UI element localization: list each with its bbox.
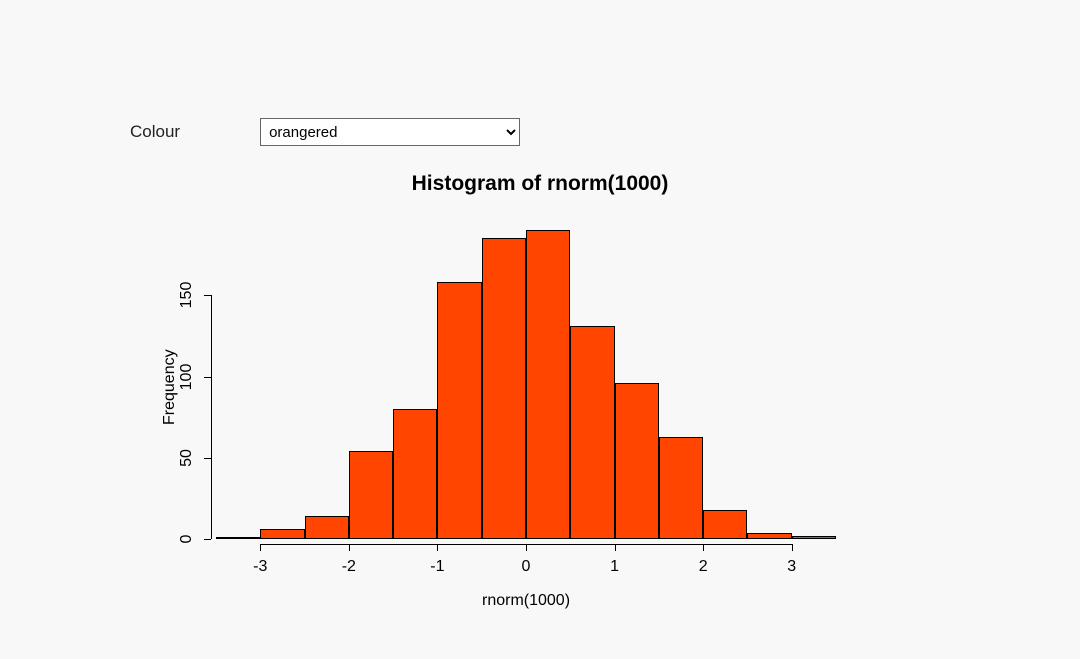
x-tick-label: -1 — [430, 558, 444, 576]
histogram-bar — [349, 451, 393, 539]
histogram-bar — [216, 537, 260, 539]
y-tick — [204, 295, 211, 296]
histogram-bar — [482, 238, 526, 539]
histogram-bar — [393, 409, 437, 539]
x-tick-label: 2 — [699, 558, 708, 576]
histogram-bar — [659, 437, 703, 539]
x-tick-label: -2 — [342, 558, 356, 576]
y-tick-label: 0 — [178, 535, 196, 544]
y-tick — [204, 539, 211, 540]
x-tick-label: 3 — [787, 558, 796, 576]
x-tick — [615, 544, 616, 551]
y-tick-label: 150 — [178, 282, 196, 309]
histogram-bar — [260, 529, 304, 539]
colour-select[interactable]: orangered — [260, 118, 520, 146]
x-axis-label: rnorm(1000) — [376, 592, 676, 610]
histogram-bar — [526, 230, 570, 539]
histogram-bar — [437, 282, 481, 539]
x-tick — [792, 544, 793, 551]
y-tick — [204, 377, 211, 378]
x-tick — [349, 544, 350, 551]
y-axis-label: Frequency — [161, 350, 179, 426]
y-tick-label: 100 — [178, 363, 196, 390]
histogram-bar — [570, 326, 614, 539]
y-tick — [204, 458, 211, 459]
x-tick-label: -3 — [253, 558, 267, 576]
colour-control-row: Colour orangered — [130, 118, 520, 146]
histogram-bar — [792, 536, 836, 539]
histogram-bar — [703, 510, 747, 539]
x-tick — [526, 544, 527, 551]
y-tick-label: 50 — [178, 449, 196, 467]
x-tick — [703, 544, 704, 551]
colour-label: Colour — [130, 122, 180, 142]
histogram-bar — [305, 516, 349, 539]
histogram-bar — [615, 383, 659, 539]
histogram-bar — [747, 533, 791, 540]
y-axis-line — [211, 295, 212, 539]
x-tick — [437, 544, 438, 551]
x-tick-label: 1 — [610, 558, 619, 576]
x-tick — [260, 544, 261, 551]
page-root: Colour orangered Histogram of rnorm(1000… — [0, 0, 1080, 659]
histogram-plot — [216, 214, 836, 539]
chart-title: Histogram of rnorm(1000) — [0, 172, 1080, 196]
x-tick-label: 0 — [522, 558, 531, 576]
